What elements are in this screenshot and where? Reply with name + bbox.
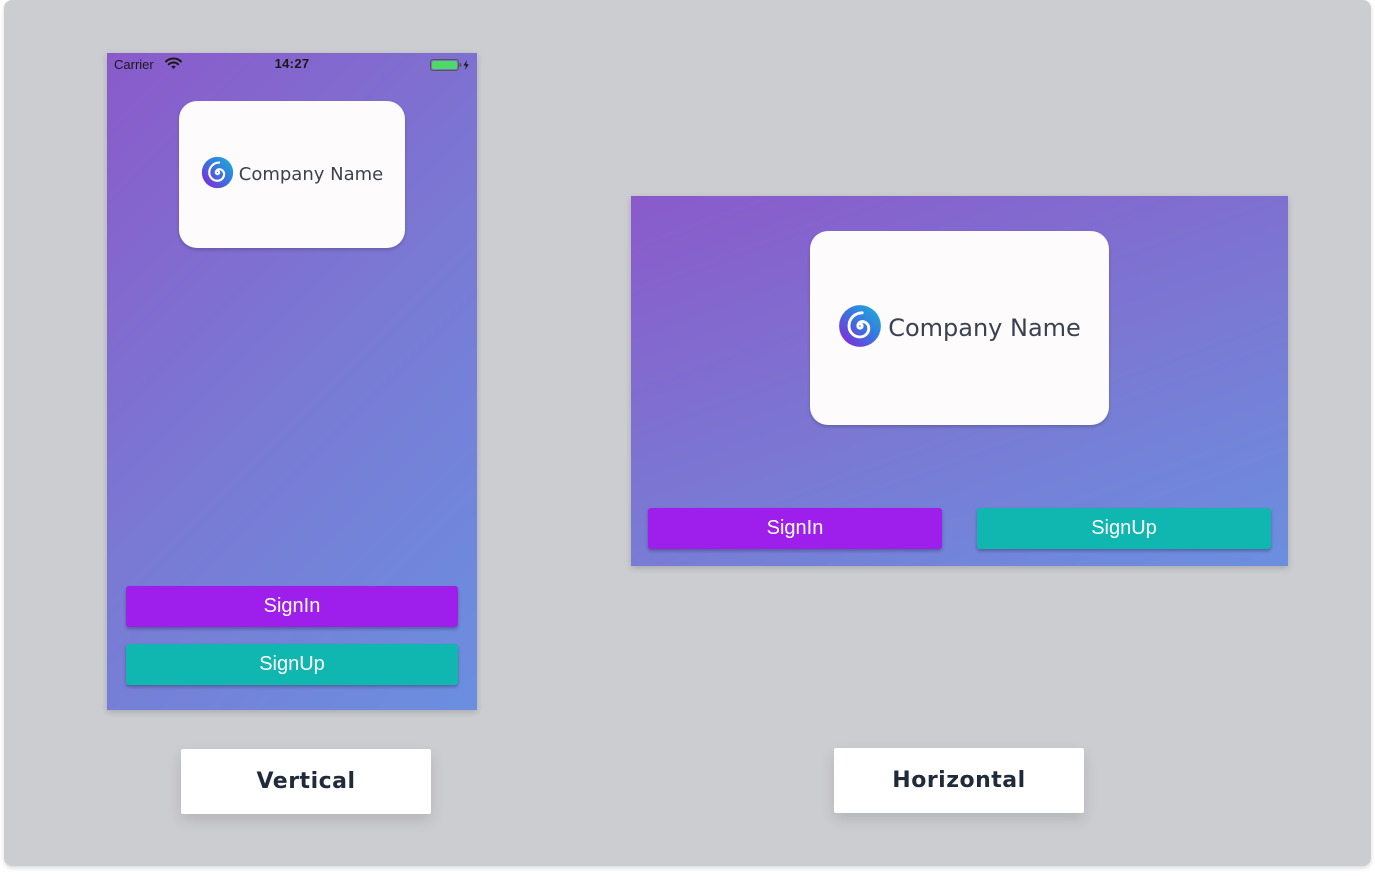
status-bar: Carrier 14:27 [107,53,477,75]
company-logo: Company Name [838,304,1081,353]
spiral-logo-icon [201,156,234,194]
vertical-caption: Vertical [181,749,431,814]
company-logo: Company Name [201,156,383,194]
spiral-logo-icon [838,304,882,353]
horizontal-preview: Company Name SignIn SignUp [631,196,1288,566]
signup-button[interactable]: SignUp [126,644,458,685]
signin-button[interactable]: SignIn [126,586,458,627]
presentation-canvas: Carrier 14:27 Company Name SignIn SignUp… [4,0,1371,866]
signin-button[interactable]: SignIn [648,508,942,549]
horizontal-caption: Horizontal [834,748,1084,813]
company-name: Company Name [888,314,1081,342]
signup-button[interactable]: SignUp [977,508,1271,549]
battery-charging-icon [430,58,472,74]
vertical-phone-preview: Carrier 14:27 Company Name SignIn SignUp [107,53,477,710]
company-name: Company Name [238,164,384,185]
status-time: 14:27 [274,56,310,71]
logo-card: Company Name [179,101,405,248]
logo-card: Company Name [810,231,1109,425]
